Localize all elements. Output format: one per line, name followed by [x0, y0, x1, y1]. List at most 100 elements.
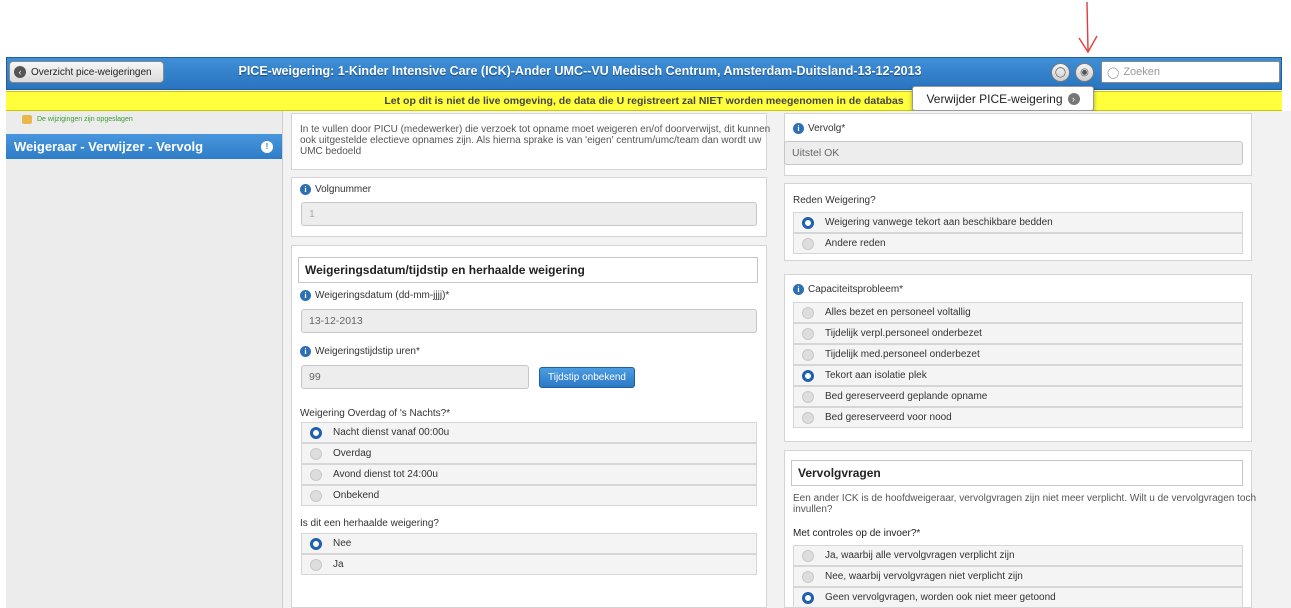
save-icon[interactable]: ◯ [1051, 63, 1070, 82]
herhaald-label: Is dit een herhaalde weigering? [300, 518, 439, 529]
option-label: Tijdelijk verpl.personeel onderbezet [825, 328, 982, 339]
radio-option[interactable]: Geen vervolgvragen, worden ook niet meer… [793, 587, 1243, 608]
tijdstip-onbekend-button[interactable]: Tijdstip onbekend [539, 367, 635, 388]
radio-option[interactable]: Nee [301, 533, 757, 554]
delete-tooltip: Verwijder PICE-weigering › [912, 86, 1094, 111]
radio-icon [310, 558, 322, 571]
saved-text: De wijzigingen zijn opgeslagen [37, 116, 133, 123]
tooltip-text: Verwijder PICE-weigering [926, 91, 1063, 106]
vervolgvragen-text: Een ander ICK is de hoofdweigeraar, verv… [793, 493, 1256, 515]
radio-option[interactable]: Avond dienst tot 24:00u [301, 464, 757, 485]
option-label: Andere reden [825, 238, 886, 249]
vervolg-value: Uitstel OK [792, 147, 840, 159]
radio-icon [802, 591, 814, 604]
sidebar-item-weigeraar[interactable]: Weigeraar - Verwijzer - Vervolg [6, 134, 282, 159]
option-label: Onbekend [333, 490, 380, 501]
radio-option[interactable]: Tekort aan isolatie plek [793, 365, 1243, 386]
radio-option[interactable]: Andere reden [793, 233, 1243, 254]
search-icon: ◯ [1107, 66, 1120, 79]
chevron-right-icon: › [1067, 92, 1080, 105]
radio-option[interactable]: Bed gereserveerd geplande opname [793, 386, 1243, 407]
lock-icon [22, 115, 32, 124]
radio-option[interactable]: Nee, waarbij vervolgvragen niet verplich… [793, 566, 1243, 587]
radio-option[interactable]: Overdag [301, 443, 757, 464]
radio-option[interactable]: Ja [301, 554, 757, 575]
radio-option[interactable]: Tijdelijk med.personeel onderbezet [793, 344, 1243, 365]
radio-option[interactable]: Onbekend [301, 485, 757, 506]
capaciteit-label: i Capaciteitsprobleem* [793, 284, 903, 295]
intro-line: In te vullen door PICU (medewerker) die … [300, 124, 771, 135]
page-title: PICE-weigering: 1-Kinder Intensive Care … [238, 64, 922, 78]
vervolg-label: i Vervolg* [793, 123, 845, 134]
radio-option[interactable]: Alles bezet en personeel voltallig [793, 302, 1243, 323]
radio-option[interactable]: Nacht dienst vanaf 00:00u [301, 422, 757, 443]
intro-line: ook uitgestelde electieve opnames zijn. … [300, 135, 762, 146]
vervolg-label-text: Vervolg* [808, 123, 846, 134]
info-icon: i [300, 290, 311, 301]
radio-option[interactable]: Tijdelijk verpl.personeel onderbezet [793, 323, 1243, 344]
chevron-left-icon: ‹ [14, 66, 26, 78]
radio-icon [802, 411, 814, 424]
vervolgvragen-line: Een ander ICK is de hoofdweigeraar, verv… [793, 493, 1257, 504]
option-label: Nee [333, 538, 352, 549]
warning-icon: ! [261, 141, 273, 153]
radio-icon [802, 570, 814, 583]
option-label: Ja, waarbij alle vervolgvragen verplicht… [825, 550, 1015, 561]
volgnummer-field[interactable]: 1 [301, 202, 757, 226]
capaciteit-label-text: Capaciteitsprobleem* [808, 284, 904, 295]
radio-icon [310, 447, 322, 460]
radio-icon [310, 468, 322, 481]
info-icon: i [300, 346, 311, 357]
back-button-label: Overzicht pice-weigeringen [31, 66, 152, 78]
search-placeholder: Zoeken [1123, 66, 1161, 78]
section-title-vervolgvragen: Vervolgvragen [791, 460, 1243, 486]
radio-option[interactable]: Weigering vanwege tekort aan beschikbare… [793, 212, 1243, 233]
radio-icon [802, 390, 814, 403]
vervolg-field[interactable]: Uitstel OK [784, 141, 1243, 165]
option-label: Geen vervolgvragen, worden ook niet meer… [825, 592, 1056, 603]
datum-label-text: Weigeringsdatum (dd-mm-jjjj)* [315, 290, 450, 301]
intro-line: UMC bedoeld [300, 146, 362, 157]
radio-icon [802, 216, 814, 229]
option-label: Tijdelijk med.personeel onderbezet [825, 349, 980, 360]
option-label: Nacht dienst vanaf 00:00u [333, 427, 450, 438]
radio-icon [310, 489, 322, 502]
weigeringstijdstip-field[interactable]: 99 [301, 365, 529, 389]
radio-icon [802, 327, 814, 340]
radio-icon [802, 369, 814, 382]
radio-option[interactable]: Ja, waarbij alle vervolgvragen verplicht… [793, 545, 1243, 566]
tijd-label-text: Weigeringstijdstip uren* [315, 346, 420, 357]
red-arrow-annotation [1078, 1, 1098, 54]
radio-option[interactable]: Bed gereserveerd voor nood [793, 407, 1243, 428]
search-input[interactable]: ◯ Zoeken [1101, 61, 1280, 83]
intro-text: In te vullen door PICU (medewerker) die … [300, 124, 770, 157]
delete-icon[interactable]: ◉ [1075, 63, 1094, 82]
option-label: Alles bezet en personeel voltallig [825, 307, 971, 318]
option-label: Nee, waarbij vervolgvragen niet verplich… [825, 571, 1023, 582]
volgnummer-label: i Volgnummer [300, 184, 371, 195]
option-label: Tekort aan isolatie plek [825, 370, 927, 381]
option-label: Overdag [333, 448, 372, 459]
option-label: Avond dienst tot 24:00u [333, 469, 438, 480]
radio-icon [310, 537, 322, 550]
radio-icon [802, 549, 814, 562]
volgnummer-label-text: Volgnummer [315, 184, 372, 195]
option-label: Bed gereserveerd voor nood [825, 412, 952, 423]
controles-label: Met controles op de invoer?* [793, 528, 921, 539]
overdag-label: Weigering Overdag of 's Nachts?* [300, 408, 451, 419]
datum-label: i Weigeringsdatum (dd-mm-jjjj)* [300, 290, 449, 301]
saved-notice: De wijzigingen zijn opgeslagen [22, 115, 133, 124]
info-icon: i [300, 184, 311, 195]
back-to-overview-button[interactable]: ‹ Overzicht pice-weigeringen [9, 61, 164, 83]
option-label: Weigering vanwege tekort aan beschikbare… [825, 217, 1053, 228]
option-label: Ja [333, 559, 344, 570]
radio-icon [802, 306, 814, 319]
sidebar [6, 111, 283, 608]
tijd-label: i Weigeringstijdstip uren* [300, 346, 420, 357]
weigeringsdatum-field[interactable]: 13-12-2013 [301, 309, 757, 333]
reden-label: Reden Weigering? [793, 195, 876, 206]
info-icon: i [793, 284, 804, 295]
radio-icon [802, 237, 814, 250]
radio-icon [310, 426, 322, 439]
option-label: Bed gereserveerd geplande opname [825, 391, 988, 402]
